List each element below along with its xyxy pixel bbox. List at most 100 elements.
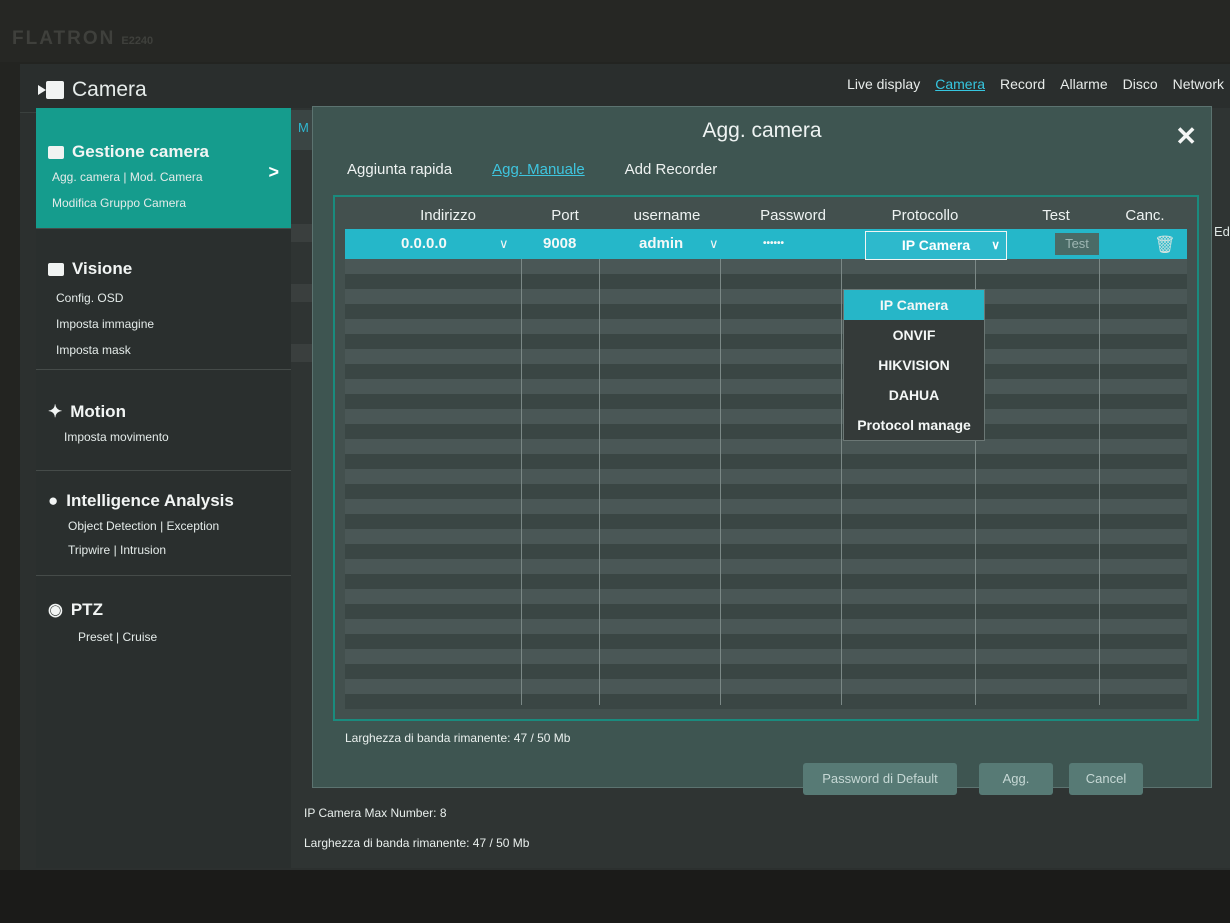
table-stripe xyxy=(345,574,1187,589)
add-camera-dialog: Agg. camera ✕ Aggiunta rapida Agg. Manua… xyxy=(312,106,1212,795)
sidebar-intelligence-title: ● Intelligence Analysis xyxy=(48,491,234,510)
column-header-canc: Canc. xyxy=(1125,207,1165,224)
table-stripe xyxy=(345,589,1187,604)
address-field[interactable]: 0.0.0.0 xyxy=(401,229,447,259)
sidebar-ptz-title: ◉ PTZ xyxy=(48,600,103,619)
table-row[interactable]: 0.0.0.0 ∨ 9008 admin ∨ •••••• IP Camera … xyxy=(345,229,1187,260)
nav-disco[interactable]: Disco xyxy=(1123,76,1158,92)
bezel-bottom xyxy=(0,870,1230,923)
table-stripe xyxy=(345,304,1187,319)
cancel-button[interactable]: Cancel xyxy=(1069,763,1143,795)
dome-camera-icon: ◉ xyxy=(48,600,63,619)
link-modifica-gruppo[interactable]: Modifica Gruppo Camera xyxy=(52,196,186,210)
password-field[interactable]: •••••• xyxy=(763,229,784,259)
protocol-option-hikvision[interactable]: HIKVISION xyxy=(844,350,984,380)
column-divider xyxy=(1099,229,1100,705)
tab-aggiunta-rapida[interactable]: Aggiunta rapida xyxy=(347,161,452,178)
sidebar-section-visione[interactable]: Visione Config. OSD Imposta immagine Imp… xyxy=(36,229,291,370)
table-body xyxy=(345,229,1187,709)
protocol-option-protocol-manage[interactable]: Protocol manage xyxy=(844,410,984,440)
link-separator: | xyxy=(116,630,120,644)
table-stripe xyxy=(345,349,1187,364)
table-stripe xyxy=(345,634,1187,649)
sidebar-gestione-title: Gestione camera xyxy=(48,142,209,162)
link-intrusion[interactable]: Intrusion xyxy=(120,543,166,557)
protocol-select-value: IP Camera xyxy=(901,237,971,253)
nav-camera[interactable]: Camera xyxy=(935,76,985,92)
table-stripe xyxy=(345,334,1187,349)
sidebar-section-motion[interactable]: ✦ Motion Imposta movimento xyxy=(36,370,291,471)
bezel-top: FLATRON E2240 xyxy=(0,0,1230,62)
protocol-option-onvif[interactable]: ONVIF xyxy=(844,320,984,350)
camera-table: Indirizzo Port username Password Protoco… xyxy=(333,195,1199,721)
protocol-option-ip-camera[interactable]: IP Camera xyxy=(844,290,984,320)
chevron-right-icon: > xyxy=(268,162,279,182)
table-stripe xyxy=(345,394,1187,409)
sidebar-intelligence-links-1: Object Detection | Exception xyxy=(68,519,219,533)
nav-network[interactable]: Network xyxy=(1173,76,1224,92)
close-icon[interactable]: ✕ xyxy=(1175,123,1197,149)
table-stripe xyxy=(345,319,1187,334)
default-password-button[interactable]: Password di Default xyxy=(803,763,957,795)
link-imposta-immagine[interactable]: Imposta immagine xyxy=(56,317,154,331)
app-title-text: Camera xyxy=(72,78,147,101)
table-stripe xyxy=(345,529,1187,544)
add-button[interactable]: Agg. xyxy=(979,763,1053,795)
column-divider xyxy=(599,229,600,705)
chevron-down-icon[interactable]: ∨ xyxy=(709,229,719,259)
table-stripe xyxy=(345,514,1187,529)
link-mod-camera[interactable]: Mod. Camera xyxy=(130,170,203,184)
link-tripwire[interactable]: Tripwire xyxy=(68,543,110,557)
column-header-username: username xyxy=(633,207,701,224)
column-header-test: Test xyxy=(1042,207,1070,224)
dialog-tabs: Aggiunta rapida Agg. Manuale Add Recorde… xyxy=(347,161,717,178)
nav-record[interactable]: Record xyxy=(1000,76,1045,92)
sidebar-motion-title: ✦ Motion xyxy=(48,402,126,421)
table-stripe xyxy=(345,544,1187,559)
link-separator: | xyxy=(123,170,127,184)
sidebar-section-ptz[interactable]: ◉ PTZ Preset | Cruise xyxy=(36,576,291,666)
edit-column-label: Ed xyxy=(1214,224,1230,239)
protocol-option-dahua[interactable]: DAHUA xyxy=(844,380,984,410)
username-select[interactable]: admin xyxy=(639,229,683,259)
table-stripe xyxy=(345,619,1187,634)
nav-live-display[interactable]: Live display xyxy=(847,76,920,92)
screen: Camera Live display Camera Record Allarm… xyxy=(20,64,1230,870)
table-stripe xyxy=(345,484,1187,499)
nav-allarme[interactable]: Allarme xyxy=(1060,76,1107,92)
port-field[interactable]: 9008 xyxy=(543,229,576,259)
tab-agg-manuale[interactable]: Agg. Manuale xyxy=(492,161,585,178)
tab-add-recorder[interactable]: Add Recorder xyxy=(625,161,718,178)
monitor-brand: FLATRON E2240 xyxy=(12,28,154,49)
link-imposta-movimento[interactable]: Imposta movimento xyxy=(64,430,169,444)
sidebar: Gestione camera Agg. camera | Mod. Camer… xyxy=(36,108,291,868)
sidebar-section-gestione[interactable]: Gestione camera Agg. camera | Mod. Camer… xyxy=(36,108,291,229)
column-header-protocollo: Protocollo xyxy=(891,207,959,224)
column-divider xyxy=(841,229,842,705)
link-config-osd[interactable]: Config. OSD xyxy=(56,291,123,305)
link-exception[interactable]: Exception xyxy=(167,519,220,533)
camera-icon xyxy=(38,81,64,99)
trash-icon[interactable]: 🗑 xyxy=(1154,235,1176,255)
dialog-title: Agg. camera xyxy=(702,119,822,142)
table-stripe xyxy=(345,259,1187,274)
table-stripe xyxy=(345,424,1187,439)
sidebar-intelligence-links-2: Tripwire | Intrusion xyxy=(68,543,166,557)
table-stripe xyxy=(345,649,1187,664)
link-imposta-mask[interactable]: Imposta mask xyxy=(56,343,131,357)
test-button[interactable]: Test xyxy=(1055,233,1099,255)
sidebar-section-intelligence[interactable]: ● Intelligence Analysis Object Detection … xyxy=(36,471,291,576)
table-stripe xyxy=(345,694,1187,709)
link-cruise[interactable]: Cruise xyxy=(123,630,158,644)
column-header-indirizzo: Indirizzo xyxy=(420,207,476,224)
link-object-detection[interactable]: Object Detection xyxy=(68,519,157,533)
table-stripe xyxy=(345,679,1187,694)
protocol-select[interactable]: IP Camera ∨ xyxy=(865,231,1007,260)
table-stripe xyxy=(345,364,1187,379)
link-preset[interactable]: Preset xyxy=(78,630,113,644)
top-nav: Live display Camera Record Allarme Disco… xyxy=(847,76,1224,92)
head-icon: ● xyxy=(48,491,59,510)
chevron-down-icon[interactable]: ∨ xyxy=(499,229,509,259)
link-agg-camera[interactable]: Agg. camera xyxy=(52,170,120,184)
monitor-icon xyxy=(48,262,64,276)
